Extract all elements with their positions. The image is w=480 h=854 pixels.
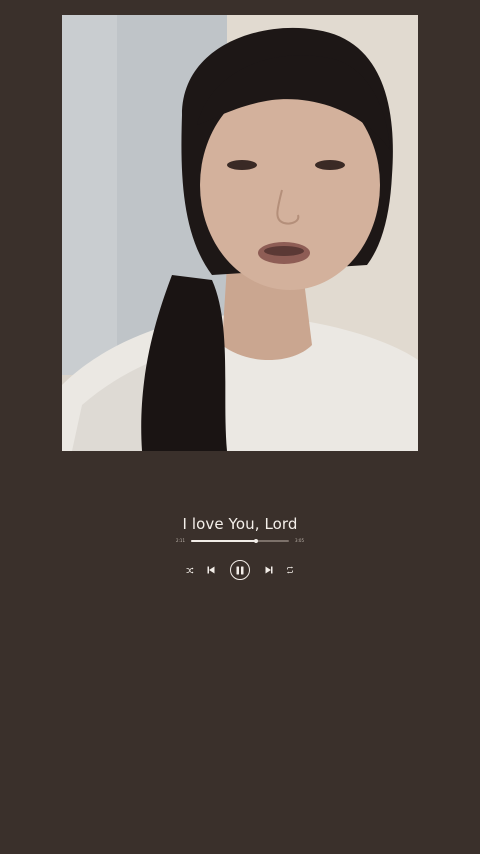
progress-fill [191,540,256,542]
progress-bar[interactable]: 2:11 3:05 [176,536,304,546]
total-duration: 3:05 [295,538,304,543]
playback-controls [180,558,300,582]
cover-photo [62,15,418,451]
pause-button-ring [230,560,250,580]
cover-image [62,15,418,451]
shuffle-button[interactable] [182,558,198,582]
pause-icon [236,566,244,574]
skip-previous-icon [207,566,215,574]
repeat-icon [287,566,293,574]
music-player-screen: I love You, Lord 2:11 3:05 [0,0,480,854]
next-button[interactable] [262,558,276,582]
elapsed-time: 2:11 [176,538,185,543]
shuffle-icon [186,567,194,573]
skip-next-icon [265,566,273,574]
progress-track[interactable] [191,538,289,543]
song-title: I love You, Lord [182,515,298,533]
progress-handle[interactable] [253,538,258,543]
pause-button[interactable] [228,558,252,582]
previous-button[interactable] [204,558,218,582]
repeat-button[interactable] [282,558,298,582]
